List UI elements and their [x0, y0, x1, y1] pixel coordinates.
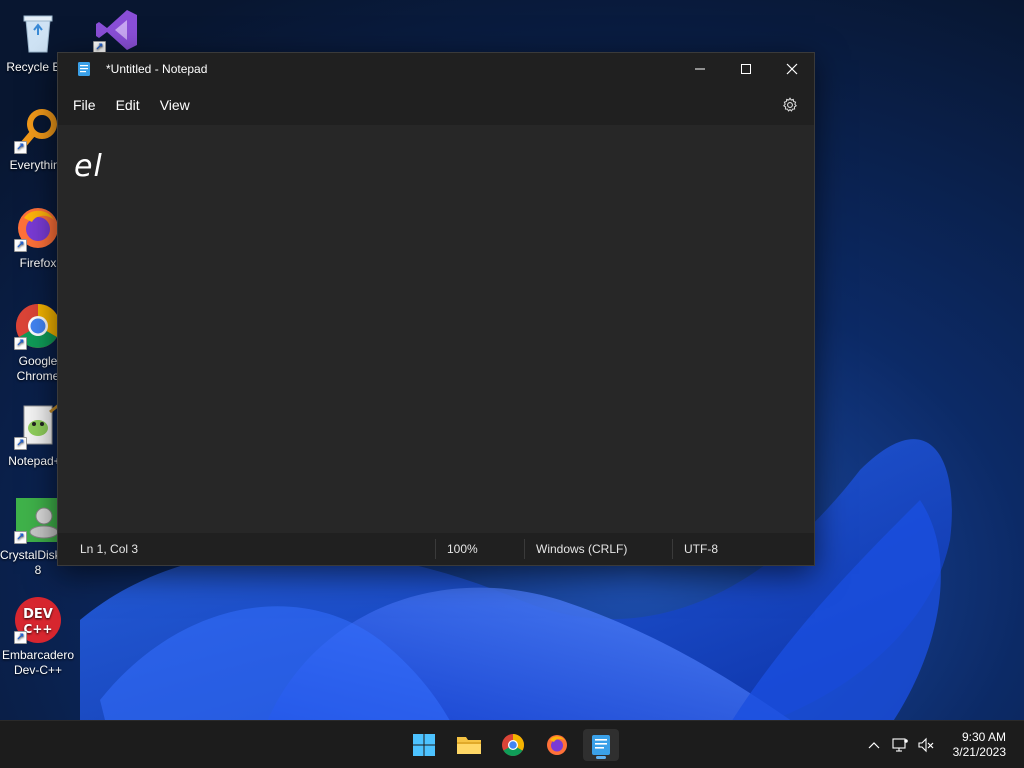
clock[interactable]: 9:30 AM 3/21/2023 [939, 730, 1024, 760]
desktop-icon-visual-studio[interactable]: ↗ [79, 6, 155, 58]
volume-button[interactable] [913, 732, 939, 758]
volume-muted-icon [918, 737, 934, 753]
desktop-icon-label: Embarcadero Dev-C++ [1, 648, 75, 677]
window-title: *Untitled - Notepad [106, 62, 208, 76]
maximize-button[interactable] [723, 53, 769, 85]
taskbar-notepad[interactable] [583, 729, 619, 761]
notepad-icon [592, 735, 610, 755]
clock-time: 9:30 AM [961, 730, 1006, 744]
menu-file[interactable]: File [64, 91, 105, 119]
status-line-ending: Windows (CRLF) [536, 542, 628, 556]
everything-search-icon: ↗ [14, 106, 62, 154]
title-bar[interactable]: *Untitled - Notepad [58, 53, 814, 85]
gear-icon [783, 97, 797, 112]
taskbar-firefox[interactable] [539, 729, 575, 761]
status-bar: Ln 1, Col 3 100% Windows (CRLF) UTF-8 [58, 533, 814, 565]
status-zoom: 100% [447, 542, 478, 556]
taskbar-chrome[interactable] [495, 729, 531, 761]
clock-date: 3/21/2023 [952, 745, 1006, 759]
network-icon [892, 738, 908, 752]
shortcut-arrow-icon: ↗ [14, 337, 27, 350]
minimize-button[interactable] [677, 53, 723, 85]
recycle-bin-icon [14, 8, 62, 56]
settings-button[interactable] [776, 93, 804, 117]
chevron-up-icon [868, 742, 880, 749]
desktop-icon-devcpp[interactable]: DEV C++ ↗ Embarcadero Dev-C++ [0, 596, 76, 678]
maximize-icon [741, 64, 751, 74]
shortcut-arrow-icon: ↗ [14, 531, 27, 544]
show-hidden-icons-button[interactable] [861, 732, 887, 758]
firefox-icon [547, 735, 567, 755]
minimize-icon [695, 68, 705, 70]
file-explorer-icon [457, 737, 481, 754]
chrome-icon: ↗ [14, 302, 62, 350]
chrome-icon [502, 734, 524, 756]
firefox-icon: ↗ [14, 204, 62, 252]
close-button[interactable] [769, 53, 815, 85]
notepad-plus-plus-icon: ↗ [14, 402, 62, 450]
system-tray: 9:30 AM 3/21/2023 [861, 721, 1024, 768]
taskbar: 9:30 AM 3/21/2023 [0, 720, 1024, 768]
text-editor-area[interactable]: el [58, 125, 814, 533]
menu-view[interactable]: View [151, 91, 199, 119]
menu-bar: File Edit View [58, 85, 814, 125]
status-encoding: UTF-8 [684, 542, 718, 556]
shortcut-arrow-icon: ↗ [14, 239, 27, 252]
network-button[interactable] [887, 732, 913, 758]
shortcut-arrow-icon: ↗ [14, 141, 27, 154]
notepad-window[interactable]: *Untitled - Notepad File Edit View el Ln… [57, 52, 815, 566]
crystaldisk-icon: ↗ [14, 496, 62, 544]
start-icon [413, 734, 435, 756]
status-cursor-position: Ln 1, Col 3 [80, 542, 139, 556]
devcpp-icon: DEV C++ ↗ [14, 596, 62, 644]
close-icon [786, 63, 798, 75]
notepad-icon [76, 61, 92, 77]
menu-edit[interactable]: Edit [107, 91, 149, 119]
taskbar-file-explorer[interactable] [451, 729, 487, 761]
start-button[interactable] [406, 729, 442, 761]
editor-text[interactable]: el [74, 149, 103, 184]
shortcut-arrow-icon: ↗ [14, 631, 27, 644]
shortcut-arrow-icon: ↗ [14, 437, 27, 450]
svg-text:C++: C++ [24, 622, 53, 636]
svg-text:DEV: DEV [23, 607, 53, 622]
active-app-indicator [596, 756, 606, 759]
visual-studio-icon: ↗ [93, 6, 141, 54]
